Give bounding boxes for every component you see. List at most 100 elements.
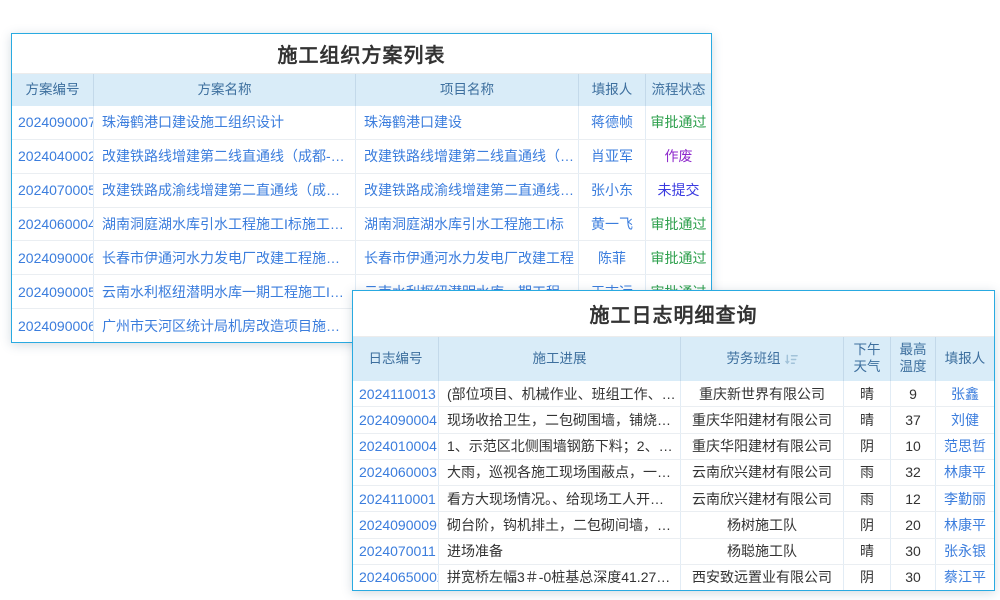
col-header-max-temp: 最高 温度 [891, 337, 936, 381]
cell-plan-id[interactable]: 2024070005 [12, 174, 94, 207]
cell-max-temp: 32 [891, 460, 936, 485]
cell-max-temp: 10 [891, 434, 936, 459]
plan-table-row[interactable]: 2024040002 改建铁路线增建第二线直通线（成都-西安）... 改建铁路线… [12, 140, 711, 174]
cell-log-reporter[interactable]: 张永银 [936, 539, 994, 564]
cell-weather: 雨 [844, 486, 891, 511]
cell-plan-id[interactable]: 2024090007 [12, 106, 94, 139]
cell-project-name[interactable]: 改建铁路成渝线增建第二直通线（成渝枢... [356, 174, 579, 207]
log-table-row[interactable]: 2024110001 看方大现场情况。、给现场工人开会，整... 云南欣兴建材有… [353, 486, 994, 512]
cell-team: 西安致远置业有限公司 [681, 565, 844, 590]
cell-log-id[interactable]: 2024110001 [353, 486, 439, 511]
cell-plan-reporter[interactable]: 黄一飞 [579, 208, 646, 241]
log-table-row[interactable]: 2024090004 现场收拾卫生，二包砌围墙，铺烧结砖，... 重庆华阳建材有… [353, 407, 994, 433]
cell-plan-id[interactable]: 2024090006 [12, 241, 94, 274]
cell-team: 重庆华阳建材有限公司 [681, 407, 844, 432]
cell-project-name[interactable]: 珠海鹤港口建设 [356, 106, 579, 139]
cell-progress: 现场收拾卫生，二包砌围墙，铺烧结砖，... [439, 407, 681, 432]
cell-log-id[interactable]: 20240650002 [353, 565, 439, 590]
cell-max-temp: 30 [891, 539, 936, 564]
col-header-plan-name: 方案名称 [94, 74, 356, 106]
cell-plan-name[interactable]: 改建铁路线增建第二线直通线（成都-西安）... [94, 140, 356, 173]
progress-text: (部位项目、机械作业、班组工作、生产... [447, 384, 676, 404]
log-table-row[interactable]: 2024070011 进场准备 杨聪施工队 晴 30 张永银 [353, 539, 994, 565]
plan-table-row[interactable]: 2024090007 珠海鹤港口建设施工组织设计 珠海鹤港口建设 蒋德帧 审批通… [12, 106, 711, 140]
cell-weather: 阴 [844, 565, 891, 590]
cell-project-name[interactable]: 长春市伊通河水力发电厂改建工程 [356, 241, 579, 274]
cell-team: 杨树施工队 [681, 512, 844, 537]
project-name-text: 湖南洞庭湖水库引水工程施工I标 [364, 214, 564, 234]
plan-name-text: 珠海鹤港口建设施工组织设计 [102, 112, 284, 132]
plan-table-row[interactable]: 2024070005 改建铁路成渝线增建第二直通线（成渝枢纽）... 改建铁路成… [12, 174, 711, 208]
plan-name-text: 长春市伊通河水力发电厂改建工程施工组织设计 [102, 248, 351, 268]
cell-progress: 大雨，巡视各施工现场围蔽点，一切正常... [439, 460, 681, 485]
cell-plan-name[interactable]: 珠海鹤港口建设施工组织设计 [94, 106, 356, 139]
team-header-label: 劳务班组 [727, 351, 781, 368]
col-header-plan-id: 方案编号 [12, 74, 94, 106]
cell-team: 重庆新世界有限公司 [681, 381, 844, 406]
log-table-row[interactable]: 2024010004 1、示范区北侧围墙钢筋下料；2、围墙地... 重庆华阳建材… [353, 434, 994, 460]
cell-project-name[interactable]: 湖南洞庭湖水库引水工程施工I标 [356, 208, 579, 241]
cell-log-reporter[interactable]: 刘健 [936, 407, 994, 432]
plan-name-text: 改建铁路线增建第二线直通线（成都-西安）... [102, 146, 351, 166]
cell-log-id[interactable]: 2024070011 [353, 539, 439, 564]
cell-log-reporter[interactable]: 范思哲 [936, 434, 994, 459]
project-name-text: 改建铁路线增建第二线直通线（成都-西安... [364, 146, 574, 166]
progress-text: 大雨，巡视各施工现场围蔽点，一切正常... [447, 462, 676, 482]
plan-name-text: 广州市天河区统计局机房改造项目施工组织设计 [102, 316, 351, 336]
plan-name-text: 湖南洞庭湖水库引水工程施工I标施工组织设计 [102, 214, 351, 234]
cell-log-id[interactable]: 2024010004 [353, 434, 439, 459]
cell-plan-reporter[interactable]: 张小东 [579, 174, 646, 207]
status-badge: 审批通过 [646, 208, 711, 241]
log-table-row[interactable]: 2024060003 大雨，巡视各施工现场围蔽点，一切正常... 云南欣兴建材有… [353, 460, 994, 486]
cell-log-reporter[interactable]: 张鑫 [936, 381, 994, 406]
cell-plan-reporter[interactable]: 陈菲 [579, 241, 646, 274]
plan-table-row[interactable]: 2024090006 长春市伊通河水力发电厂改建工程施工组织设计 长春市伊通河水… [12, 241, 711, 275]
cell-plan-name[interactable]: 广州市天河区统计局机房改造项目施工组织设计 [94, 309, 356, 342]
cell-weather: 晴 [844, 407, 891, 432]
cell-progress: 看方大现场情况。、给现场工人开会，整... [439, 486, 681, 511]
cell-weather: 阴 [844, 512, 891, 537]
cell-plan-id[interactable]: 2024090005 [12, 275, 94, 308]
cell-plan-id[interactable]: 2024040002 [12, 140, 94, 173]
log-table-body: 2024110013 (部位项目、机械作业、班组工作、生产... 重庆新世界有限… [353, 381, 994, 590]
cell-plan-reporter[interactable]: 肖亚军 [579, 140, 646, 173]
progress-text: 看方大现场情况。、给现场工人开会，整... [447, 489, 676, 509]
cell-log-reporter[interactable]: 李勤丽 [936, 486, 994, 511]
cell-progress: 进场准备 [439, 539, 681, 564]
sort-icon[interactable] [785, 353, 798, 366]
col-header-plan-reporter: 填报人 [579, 74, 646, 106]
cell-log-id[interactable]: 2024090004 [353, 407, 439, 432]
cell-team: 杨聪施工队 [681, 539, 844, 564]
progress-text: 拼宽桥左幅3＃-0桩基总深度41.275.今日进... [447, 567, 676, 587]
cell-log-id[interactable]: 2024090009 [353, 512, 439, 537]
cell-plan-id[interactable]: 2024060004 [12, 208, 94, 241]
cell-project-name[interactable]: 改建铁路线增建第二线直通线（成都-西安... [356, 140, 579, 173]
cell-plan-name[interactable]: 湖南洞庭湖水库引水工程施工I标施工组织设计 [94, 208, 356, 241]
log-table-row[interactable]: 20240650002 拼宽桥左幅3＃-0桩基总深度41.275.今日进... … [353, 565, 994, 590]
cell-team: 重庆华阳建材有限公司 [681, 434, 844, 459]
plan-table-row[interactable]: 2024060004 湖南洞庭湖水库引水工程施工I标施工组织设计 湖南洞庭湖水库… [12, 208, 711, 242]
cell-plan-name[interactable]: 改建铁路成渝线增建第二直通线（成渝枢纽）... [94, 174, 356, 207]
cell-plan-name[interactable]: 云南水利枢纽潜明水库一期工程施工I标施工组... [94, 275, 356, 308]
cell-progress: 1、示范区北侧围墙钢筋下料；2、围墙地... [439, 434, 681, 459]
progress-text: 进场准备 [447, 541, 503, 561]
cell-log-id[interactable]: 2024110013 [353, 381, 439, 406]
cell-log-reporter[interactable]: 蔡江平 [936, 565, 994, 590]
cell-max-temp: 30 [891, 565, 936, 590]
cell-plan-id[interactable]: 2024090006 [12, 309, 94, 342]
log-table-header: 日志编号 施工进展 劳务班组 下午 天气 最高 温度 填报人 [353, 337, 994, 381]
cell-log-reporter[interactable]: 林康平 [936, 460, 994, 485]
cell-log-reporter[interactable]: 林康平 [936, 512, 994, 537]
log-table-row[interactable]: 2024110013 (部位项目、机械作业、班组工作、生产... 重庆新世界有限… [353, 381, 994, 407]
col-header-log-id: 日志编号 [353, 337, 439, 381]
cell-team: 云南欣兴建材有限公司 [681, 460, 844, 485]
project-name-text: 长春市伊通河水力发电厂改建工程 [364, 248, 574, 268]
cell-weather: 阴 [844, 434, 891, 459]
cell-plan-name[interactable]: 长春市伊通河水力发电厂改建工程施工组织设计 [94, 241, 356, 274]
log-table-row[interactable]: 2024090009 砌台阶，钩机排土，二包砌间墙，晚间加... 杨树施工队 阴… [353, 512, 994, 538]
project-name-text: 改建铁路成渝线增建第二直通线（成渝枢... [364, 180, 574, 200]
cell-log-id[interactable]: 2024060003 [353, 460, 439, 485]
cell-plan-reporter[interactable]: 蒋德帧 [579, 106, 646, 139]
progress-text: 1、示范区北侧围墙钢筋下料；2、围墙地... [447, 436, 676, 456]
col-header-team[interactable]: 劳务班组 [681, 337, 844, 381]
